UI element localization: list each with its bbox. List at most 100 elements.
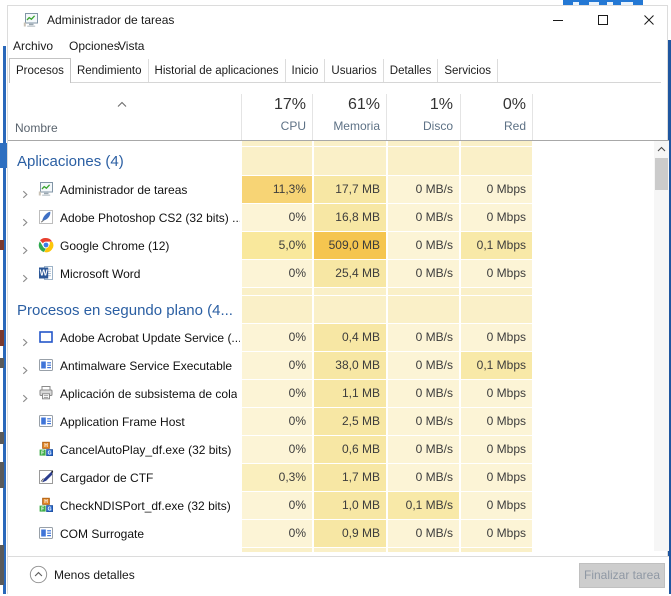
collapse-circle-icon[interactable]: [29, 565, 48, 584]
vertical-scrollbar[interactable]: [654, 141, 669, 551]
tab-inicio[interactable]: Inicio: [285, 59, 326, 83]
window-title: Administrador de tareas: [47, 13, 175, 27]
expand-chevron-icon[interactable]: [21, 390, 29, 403]
memory-cell: 25,4 MB: [314, 260, 386, 287]
footer-bar: Menos detalles Finalizar tarea: [8, 556, 669, 596]
process-name: Adobe Photoshop CS2 (32 bits) ...: [60, 211, 240, 225]
expand-chevron-icon[interactable]: [21, 270, 29, 283]
memory-cell: 0,9 MB: [314, 520, 386, 547]
less-details-toggle[interactable]: Menos detalles: [54, 568, 135, 582]
cpu-cell: 0%: [242, 352, 312, 379]
heatmap-cell: [388, 288, 459, 295]
svg-text:H: H: [44, 499, 48, 505]
minimize-button[interactable]: [536, 6, 579, 34]
disk-total-usage: 1%: [429, 96, 453, 113]
heatmap-cell: [242, 141, 312, 146]
svg-text:H: H: [44, 443, 48, 449]
network-cell: 0 Mbps: [461, 324, 532, 351]
app-window-icon: [38, 413, 54, 429]
network-cell: 0,1 Mbps: [461, 232, 532, 259]
tab-rendimiento[interactable]: Rendimiento: [70, 59, 149, 83]
tab-usuarios[interactable]: Usuarios: [325, 59, 384, 83]
printer-icon: [38, 385, 54, 401]
disk-cell: 0,1 MB/s: [388, 492, 459, 519]
close-button[interactable]: [628, 6, 669, 34]
process-row[interactable]: W Microsoft Word 0% 25,4 MB 0 MB/s 0 Mbp…: [8, 260, 654, 288]
disk-cell: 0 MB/s: [388, 352, 459, 379]
process-row[interactable]: Adobe Photoshop CS2 (32 bits) ... 0% 16,…: [8, 204, 654, 232]
maximize-button[interactable]: [581, 6, 624, 34]
process-row[interactable]: HFG CancelAutoPlay_df.exe (32 bits) 0% 0…: [8, 436, 654, 464]
column-header-disco[interactable]: Disco: [388, 119, 459, 139]
menu-opciones[interactable]: Opciones: [69, 39, 120, 53]
process-row[interactable]: Google Chrome (12) 5,0% 509,0 MB 0 MB/s …: [8, 232, 654, 260]
process-row[interactable]: Aplicación de subsistema de cola 0% 1,1 …: [8, 380, 654, 408]
word-icon: W: [38, 265, 54, 281]
tab-servicios[interactable]: Servicios: [438, 59, 498, 83]
row-spacer: [8, 548, 654, 553]
heatmap-cell: [242, 548, 312, 552]
disk-cell: 0 MB/s: [388, 380, 459, 407]
disk-cell: 0 MB/s: [388, 520, 459, 547]
menu-archivo[interactable]: Archivo: [13, 39, 53, 53]
column-header-red[interactable]: Red: [461, 119, 532, 139]
svg-text:G: G: [48, 450, 52, 456]
process-row[interactable]: Cargador de CTF 0,3% 1,7 MB 0 MB/s 0 Mbp…: [8, 464, 654, 492]
acrobat-update-icon: [38, 329, 54, 345]
section-row[interactable]: Procesos en segundo plano (4...: [8, 296, 654, 324]
row-spacer: [8, 288, 654, 296]
process-row[interactable]: Antimalware Service Executable 0% 38,0 M…: [8, 352, 654, 380]
column-header-nombre[interactable]: Nombre: [15, 121, 58, 135]
network-cell: 0 Mbps: [461, 492, 532, 519]
section-label: Procesos en segundo plano (4...: [17, 301, 233, 319]
heatmap-cell: [314, 141, 386, 146]
process-row[interactable]: HFG CheckNDISPort_df.exe (32 bits) 0% 1,…: [8, 492, 654, 520]
process-name: CheckNDISPort_df.exe (32 bits): [60, 499, 231, 513]
task-manager-icon: [38, 181, 54, 197]
menu-vista[interactable]: Vista: [118, 39, 144, 53]
process-name: Adobe Acrobat Update Service (...: [60, 331, 240, 345]
blocks-icon: HFG: [38, 441, 54, 457]
cpu-cell: 0%: [242, 492, 312, 519]
expand-chevron-icon[interactable]: [21, 334, 29, 347]
title-bar[interactable]: Administrador de tareas: [8, 6, 667, 34]
end-task-button[interactable]: Finalizar tarea: [579, 563, 665, 588]
tab-historial[interactable]: Historial de aplicaciones: [148, 59, 286, 83]
memory-cell: 16,8 MB: [314, 204, 386, 231]
memory-cell: 38,0 MB: [314, 352, 386, 379]
column-header-cpu[interactable]: CPU: [242, 119, 312, 139]
tab-procesos[interactable]: Procesos: [9, 58, 71, 83]
photoshop-icon: [38, 209, 54, 225]
process-list: Aplicaciones (4) Administrador de tareas…: [8, 141, 654, 553]
cpu-total-usage: 17%: [273, 96, 306, 113]
expand-chevron-icon[interactable]: [21, 242, 29, 255]
tab-detalles[interactable]: Detalles: [383, 59, 439, 83]
process-row[interactable]: Adobe Acrobat Update Service (... 0% 0,4…: [8, 324, 654, 352]
network-cell: 0 Mbps: [461, 176, 532, 203]
expand-chevron-icon[interactable]: [21, 214, 29, 227]
heatmap-cell: [461, 548, 532, 552]
scroll-up-icon[interactable]: [654, 141, 669, 157]
process-name: CancelAutoPlay_df.exe (32 bits): [60, 443, 232, 457]
memory-cell: [314, 147, 386, 175]
process-row[interactable]: COM Surrogate 0% 0,9 MB 0 MB/s 0 Mbps: [8, 520, 654, 548]
expand-chevron-icon[interactable]: [21, 186, 29, 199]
task-manager-window: Administrador de tareas Archivo Opciones…: [7, 5, 669, 596]
scrollbar-thumb[interactable]: [655, 158, 668, 190]
disk-cell: 0 MB/s: [388, 260, 459, 287]
background-text-fragment: [0, 240, 4, 250]
sort-ascending-icon: [116, 96, 128, 114]
process-row[interactable]: Administrador de tareas 11,3% 17,7 MB 0 …: [8, 176, 654, 204]
task-manager-icon: [23, 12, 39, 28]
network-total-usage: 0%: [502, 96, 526, 113]
cpu-cell: 0%: [242, 324, 312, 351]
network-cell: 0 Mbps: [461, 464, 532, 491]
expand-chevron-icon[interactable]: [21, 362, 29, 375]
section-row[interactable]: Aplicaciones (4): [8, 147, 654, 176]
column-header-memoria[interactable]: Memoria: [314, 119, 386, 139]
cpu-cell: [242, 296, 312, 323]
app-window-icon: [38, 525, 54, 541]
background-text-fragment: [0, 432, 4, 444]
network-cell: 0 Mbps: [461, 408, 532, 435]
process-row[interactable]: Application Frame Host 0% 2,5 MB 0 MB/s …: [8, 408, 654, 436]
